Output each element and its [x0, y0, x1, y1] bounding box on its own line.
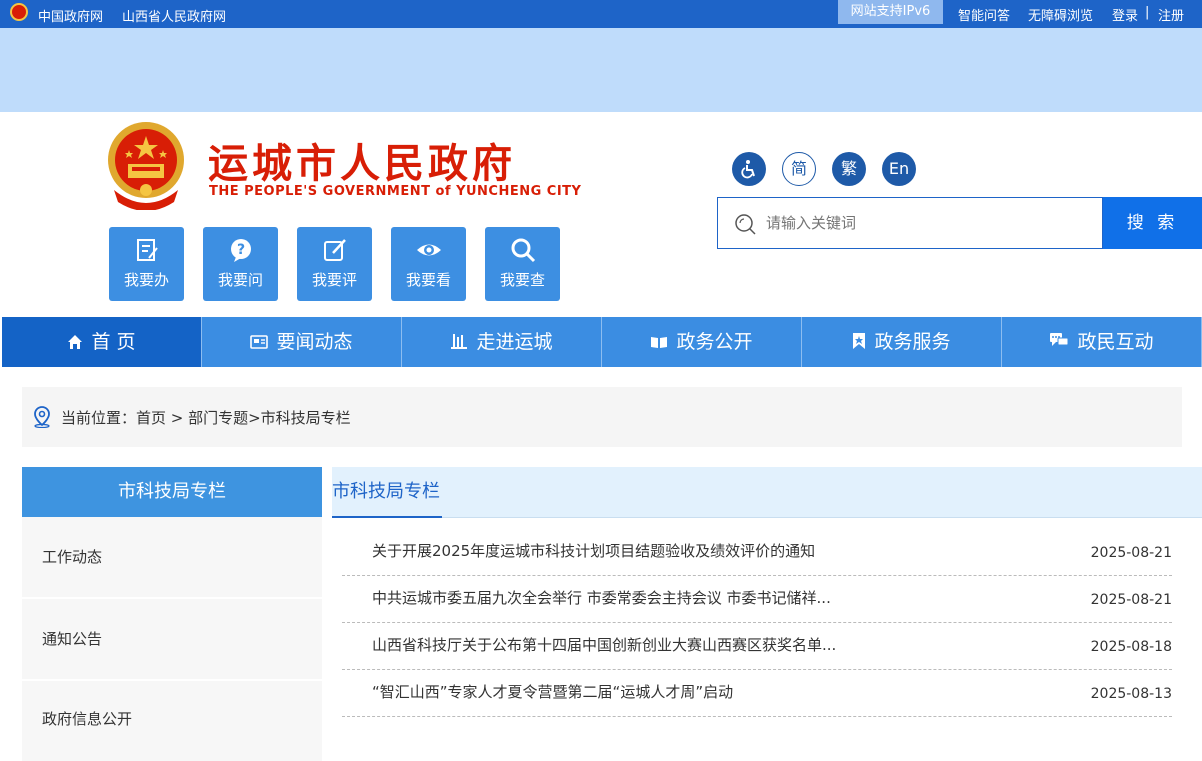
newspaper-icon	[250, 335, 269, 349]
svg-text:?: ?	[236, 242, 244, 258]
breadcrumb: 当前位置：首页 > 部门专题>市科技局专栏	[22, 387, 1182, 447]
search-icon	[735, 214, 756, 235]
building-icon	[451, 334, 468, 349]
quick-button-label: 我要评	[311, 271, 357, 289]
accessibility-button[interactable]	[732, 152, 766, 186]
simplified-chinese-button[interactable]: 简	[782, 152, 816, 186]
national-emblem-logo	[108, 122, 184, 210]
ipv6-badge: 网站支持IPv6	[838, 0, 943, 24]
search-button[interactable]: 搜 索	[1103, 197, 1202, 249]
sidebar-title: 市科技局专栏	[22, 467, 322, 517]
bookmark-icon	[853, 333, 866, 349]
open-book-icon	[651, 337, 668, 348]
pencil-note-icon	[323, 239, 346, 261]
main-header: 市科技局专栏	[332, 467, 1202, 518]
news-title[interactable]: 关于开展2025年度运城市科技计划项目结题验收及绩效评价的通知	[372, 540, 815, 561]
news-row[interactable]: 中共运城市委五届九次全会举行 市委常委会主持会议 市委书记储祥... 2025-…	[342, 576, 1172, 623]
news-title[interactable]: 山西省科技厅关于公布第十四届中国创新创业大赛山西赛区获奖名单...	[372, 634, 836, 655]
english-button[interactable]: En	[882, 152, 916, 186]
nav-home[interactable]: 首 页	[2, 317, 202, 367]
site-subtitle: THE PEOPLE'S GOVERNMENT of YUNCHENG CITY	[209, 184, 582, 199]
banner-band	[0, 28, 1202, 112]
national-emblem-icon	[10, 3, 28, 21]
news-row[interactable]: 关于开展2025年度运城市科技计划项目结题验收及绩效评价的通知 2025-08-…	[342, 529, 1172, 576]
nav-interaction[interactable]: 政民互动	[1002, 317, 1202, 367]
news-date: 2025-08-13	[1090, 686, 1172, 702]
quick-button-evaluate[interactable]: 我要评	[297, 227, 372, 301]
nav-label: 政务公开	[676, 331, 753, 353]
quick-button-query[interactable]: 我要查	[485, 227, 560, 301]
question-bubble-icon: ?	[230, 239, 251, 262]
nav-label: 要闻动态	[276, 331, 353, 353]
main-nav: 首 页 要闻动态 走进运城 政务公开 政务服务 政民互动	[2, 317, 1202, 367]
home-icon	[68, 335, 83, 349]
location-pin-icon	[34, 406, 50, 428]
nav-about-yuncheng[interactable]: 走进运城	[402, 317, 602, 367]
link-shanxi-gov[interactable]: 山西省人民政府网	[122, 6, 226, 25]
news-date: 2025-08-21	[1090, 545, 1172, 561]
nav-gov-services[interactable]: 政务服务	[802, 317, 1002, 367]
nav-label: 走进运城	[476, 331, 553, 353]
wheelchair-icon	[741, 160, 755, 179]
news-title[interactable]: 中共运城市委五届九次全会举行 市委常委会主持会议 市委书记储祥...	[372, 587, 831, 608]
sidebar-item-notices[interactable]: 通知公告	[22, 599, 322, 679]
search-icon	[511, 238, 535, 263]
login-link[interactable]: 登录	[1112, 5, 1138, 24]
top-bar: 中国政府网 山西省人民政府网 网站支持IPv6 智能问答 无障碍浏览 登录 | …	[0, 0, 1202, 28]
nav-label: 政民互动	[1077, 331, 1154, 353]
quick-button-view[interactable]: 我要看	[391, 227, 466, 301]
chat-icon	[1050, 333, 1069, 346]
eye-icon	[416, 244, 441, 256]
news-date: 2025-08-21	[1090, 592, 1172, 608]
search-box	[717, 197, 1103, 249]
quick-button-label: 我要办	[123, 271, 169, 289]
site-title: 运城市人民政府	[208, 140, 516, 187]
form-edit-icon	[136, 239, 158, 261]
news-date: 2025-08-18	[1090, 639, 1172, 655]
quick-button-label: 我要看	[405, 271, 451, 289]
separator: |	[1145, 5, 1150, 20]
link-china-gov[interactable]: 中国政府网	[38, 6, 103, 25]
traditional-chinese-button[interactable]: 繁	[832, 152, 866, 186]
sidebar-item-work-news[interactable]: 工作动态	[22, 517, 322, 597]
quick-button-label: 我要查	[499, 271, 545, 289]
nav-label: 首 页	[91, 331, 136, 353]
nav-news[interactable]: 要闻动态	[202, 317, 402, 367]
news-row[interactable]: 山西省科技厅关于公布第十四届中国创新创业大赛山西赛区获奖名单... 2025-0…	[342, 623, 1172, 670]
news-row[interactable]: “智汇山西”专家人才夏令营暨第二届“运城人才周”启动 2025-08-13	[342, 670, 1172, 717]
sidebar-item-gov-info[interactable]: 政府信息公开	[22, 681, 322, 761]
news-title[interactable]: “智汇山西”专家人才夏令营暨第二届“运城人才周”启动	[372, 681, 733, 702]
smart-qa-link[interactable]: 智能问答	[958, 5, 1010, 24]
tab-column[interactable]: 市科技局专栏	[332, 467, 442, 518]
register-link[interactable]: 注册	[1158, 5, 1184, 24]
search-input[interactable]	[766, 210, 1086, 236]
nav-label: 政务服务	[874, 331, 951, 353]
breadcrumb-text: 当前位置：首页 > 部门专题>市科技局专栏	[61, 409, 351, 427]
nav-gov-affairs-open[interactable]: 政务公开	[602, 317, 802, 367]
accessibility-link[interactable]: 无障碍浏览	[1028, 5, 1093, 24]
quick-button-label: 我要问	[217, 271, 263, 289]
quick-button-handle[interactable]: 我要办	[109, 227, 184, 301]
quick-button-ask[interactable]: ? 我要问	[203, 227, 278, 301]
